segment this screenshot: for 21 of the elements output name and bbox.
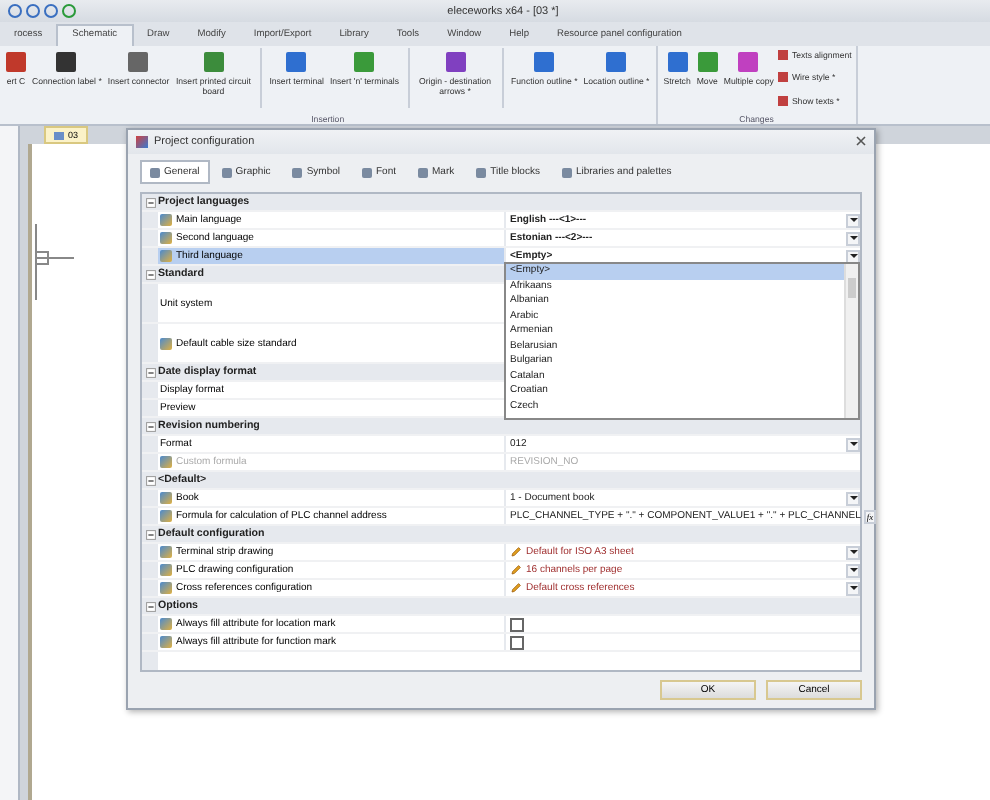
dropdown-button[interactable]: [846, 213, 860, 227]
close-button[interactable]: [856, 135, 866, 149]
checkbox[interactable]: [510, 635, 524, 649]
collapse-icon[interactable]: [145, 367, 155, 377]
collapse-icon[interactable]: [145, 601, 155, 611]
collapse-icon[interactable]: [145, 475, 155, 485]
dropdown-button[interactable]: [846, 231, 860, 245]
collapse-icon[interactable]: [145, 421, 155, 431]
checkbox[interactable]: [510, 617, 524, 631]
dropdown-button[interactable]: [846, 545, 860, 559]
dropdown-button[interactable]: [846, 249, 860, 263]
collapse-icon[interactable]: [145, 529, 155, 539]
dropdown-button[interactable]: [846, 437, 860, 451]
dropdown-button[interactable]: [846, 563, 860, 577]
collapse-icon[interactable]: [145, 269, 155, 279]
dropdown-button[interactable]: [846, 491, 860, 505]
collapse-icon[interactable]: [145, 197, 155, 207]
scrollbar[interactable]: [844, 264, 858, 418]
dropdown-button[interactable]: [846, 581, 860, 595]
app-icon: [136, 136, 148, 148]
crosshair-icon: [34, 224, 74, 304]
